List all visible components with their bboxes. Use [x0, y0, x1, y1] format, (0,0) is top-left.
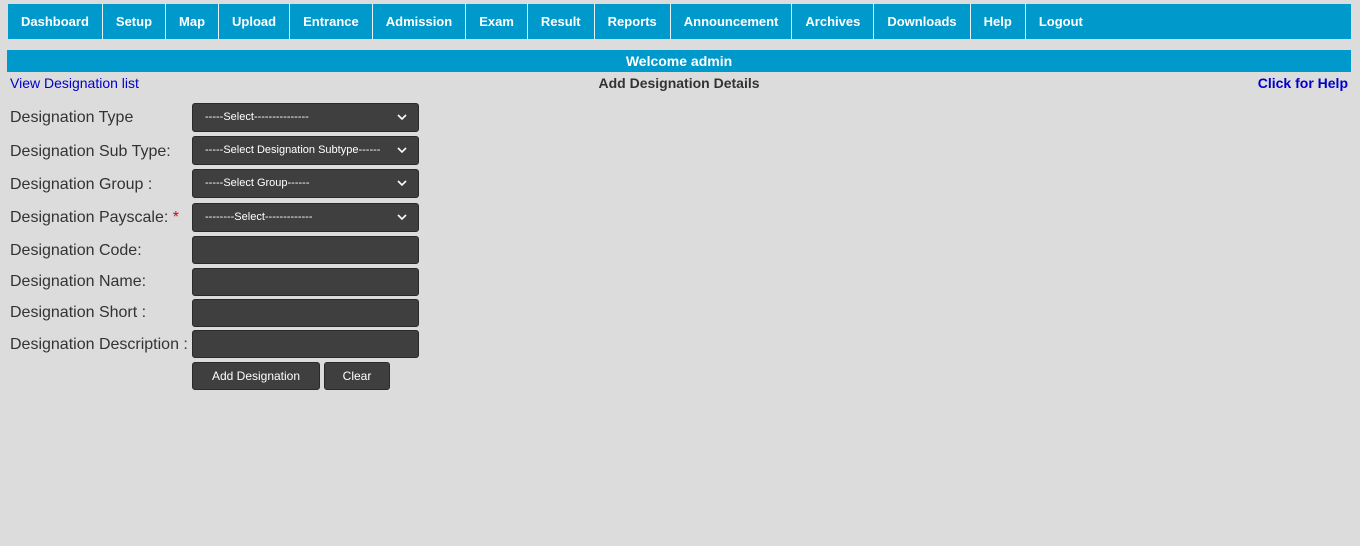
nav-item-admission[interactable]: Admission	[373, 4, 467, 39]
nav-item-help[interactable]: Help	[971, 4, 1026, 39]
designation-code-label: Designation Code:	[10, 242, 142, 259]
required-asterisk: *	[172, 209, 179, 226]
chevron-down-icon	[397, 114, 407, 121]
designation-short-input[interactable]	[192, 299, 419, 327]
designation-sub-type-label: Designation Sub Type:	[10, 143, 171, 160]
view-designation-list-link[interactable]: View Designation list	[10, 75, 139, 91]
nav-item-map[interactable]: Map	[166, 4, 220, 39]
nav-item-entrance[interactable]: Entrance	[290, 4, 373, 39]
designation-description-label: Designation Description :	[10, 336, 188, 353]
chevron-down-icon	[397, 214, 407, 221]
nav-item-exam[interactable]: Exam	[466, 4, 528, 39]
chevron-down-icon	[397, 147, 407, 154]
designation-type-select[interactable]: -----Select---------------	[192, 103, 419, 132]
nav-item-reports[interactable]: Reports	[595, 4, 671, 39]
nav-item-archives[interactable]: Archives	[792, 4, 875, 39]
designation-sub-type-selected-value: -----Select Designation Subtype------	[205, 144, 381, 156]
nav-item-logout[interactable]: Logout	[1026, 4, 1096, 39]
designation-payscale-selected-value: --------Select-------------	[205, 211, 313, 223]
add-designation-button[interactable]: Add Designation	[192, 362, 320, 390]
nav-item-result[interactable]: Result	[528, 4, 595, 39]
designation-name-label: Designation Name:	[10, 273, 147, 290]
clear-button[interactable]: Clear	[324, 362, 390, 390]
chevron-down-icon	[397, 180, 407, 187]
designation-group-label: Designation Group :	[10, 176, 153, 193]
designation-payscale-label: Designation Payscale: *	[10, 209, 179, 227]
designation-payscale-label-text: Designation Payscale:	[10, 209, 169, 226]
nav-item-downloads[interactable]: Downloads	[874, 4, 971, 39]
designation-group-select[interactable]: -----Select Group------	[192, 169, 419, 198]
help-link[interactable]: Click for Help	[1258, 75, 1348, 91]
designation-type-selected-value: -----Select---------------	[205, 111, 309, 123]
nav-item-dashboard[interactable]: Dashboard	[8, 4, 103, 39]
designation-sub-type-select[interactable]: -----Select Designation Subtype------	[192, 136, 419, 165]
nav-item-announcement[interactable]: Announcement	[671, 4, 793, 39]
main-navbar: Dashboard Setup Map Upload Entrance Admi…	[8, 4, 1351, 39]
designation-code-input[interactable]	[192, 236, 419, 264]
designation-short-label: Designation Short :	[10, 304, 147, 321]
nav-item-upload[interactable]: Upload	[219, 4, 291, 39]
designation-payscale-select[interactable]: --------Select-------------	[192, 203, 419, 232]
designation-name-input[interactable]	[192, 268, 419, 296]
designation-description-input[interactable]	[192, 330, 419, 358]
nav-item-setup[interactable]: Setup	[103, 4, 167, 39]
welcome-banner: Welcome admin	[7, 50, 1351, 72]
designation-group-selected-value: -----Select Group------	[205, 177, 310, 189]
designation-type-label: Designation Type	[10, 109, 134, 126]
page-title: Add Designation Details	[598, 75, 760, 91]
